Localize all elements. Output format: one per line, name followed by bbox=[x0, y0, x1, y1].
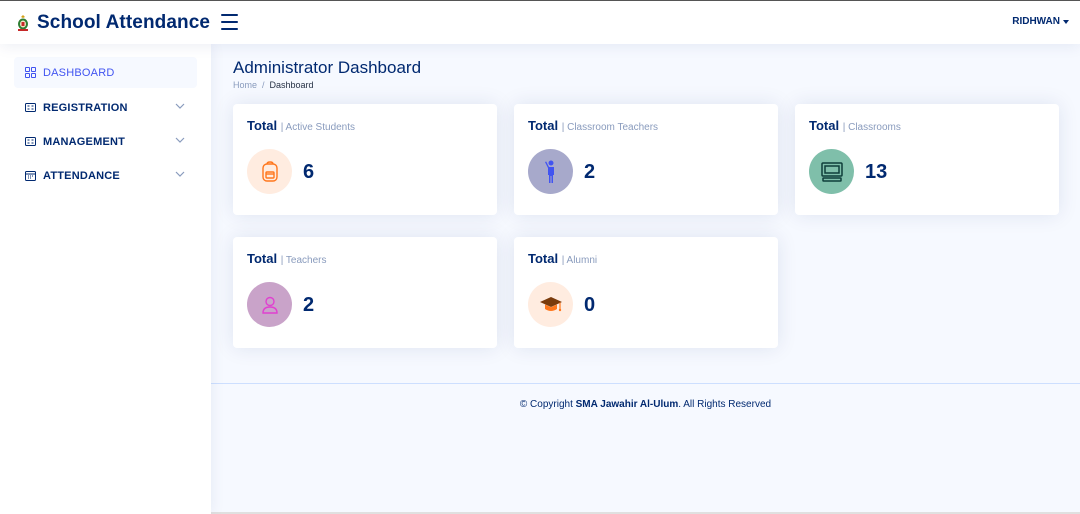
sidebar-item-management[interactable]: MANAGEMENT bbox=[14, 126, 197, 157]
footer-divider bbox=[211, 383, 1080, 384]
card-subtitle: | Classroom Teachers bbox=[561, 122, 659, 133]
card-subtitle: | Active Students bbox=[280, 122, 356, 133]
teacher-presenting-icon bbox=[528, 149, 573, 194]
footer: © Copyright SMA Jawahir Al-Ulum. All Rig… bbox=[211, 399, 1080, 410]
card-value: 13 bbox=[865, 161, 888, 183]
footer-prefix: © Copyright bbox=[519, 399, 573, 410]
calendar-icon bbox=[25, 170, 36, 181]
grid-icon bbox=[25, 67, 36, 78]
card-title: Total | Alumni bbox=[528, 251, 597, 266]
top-header: School Attendance RIDHWAN bbox=[0, 0, 1080, 44]
sidebar-item-registration[interactable]: REGISTRATION bbox=[14, 92, 197, 123]
user-menu[interactable]: RIDHWAN bbox=[1012, 16, 1069, 27]
breadcrumb: Home / Dashboard bbox=[233, 80, 314, 90]
breadcrumb-current: Dashboard bbox=[269, 80, 314, 90]
chevron-down-icon bbox=[175, 103, 185, 109]
hamburger-line bbox=[221, 21, 238, 23]
app-title: School Attendance bbox=[37, 11, 211, 33]
card-subtitle: | Classrooms bbox=[842, 122, 901, 133]
sidebar-item-attendance[interactable]: ATTENDANCE bbox=[14, 160, 197, 191]
user-name: RIDHWAN bbox=[1012, 16, 1060, 27]
card-title-main: Total bbox=[247, 118, 278, 133]
card-value: 2 bbox=[584, 161, 596, 183]
sidebar-item-label: ATTENDANCE bbox=[43, 169, 120, 182]
page-title: Administrator Dashboard bbox=[233, 58, 422, 77]
hamburger-line bbox=[221, 14, 238, 16]
sidebar-item-dashboard[interactable]: DASHBOARD bbox=[14, 57, 197, 88]
card-title-main: Total bbox=[809, 118, 840, 133]
sidebar-item-label: MANAGEMENT bbox=[43, 135, 126, 148]
card-title: Total | Classroom Teachers bbox=[528, 118, 658, 133]
card-classroom-teachers: Total | Classroom Teachers 2 bbox=[514, 104, 778, 215]
card-alumni: Total | Alumni 0 bbox=[514, 237, 778, 348]
school-crest-icon bbox=[18, 14, 28, 31]
card-title: Total | Active Students bbox=[247, 118, 355, 133]
hamburger-line bbox=[221, 28, 238, 30]
breadcrumb-separator: / bbox=[262, 80, 265, 90]
graduation-cap-icon bbox=[528, 282, 573, 327]
card-title: Total | Teachers bbox=[247, 251, 327, 266]
card-subtitle: | Alumni bbox=[561, 255, 598, 266]
hamburger-icon[interactable] bbox=[221, 14, 238, 30]
backpack-icon bbox=[247, 149, 292, 194]
sidebar: DASHBOARD REGISTRATION MANAGEMENT ATTEND… bbox=[0, 44, 211, 514]
footer-org: SMA Jawahir Al-Ulum bbox=[575, 399, 679, 410]
chevron-down-icon bbox=[175, 171, 185, 177]
card-subtitle: | Teachers bbox=[280, 255, 327, 266]
card-title-main: Total bbox=[528, 251, 559, 266]
card-teachers: Total | Teachers 2 bbox=[233, 237, 497, 348]
monitor-icon bbox=[809, 149, 854, 194]
card-value: 2 bbox=[303, 294, 315, 316]
card-icon bbox=[25, 136, 36, 147]
card-active-students: Total | Active Students 6 bbox=[233, 104, 497, 215]
card-title-main: Total bbox=[247, 251, 278, 266]
card-value: 6 bbox=[303, 161, 315, 183]
card-value: 0 bbox=[584, 294, 596, 316]
card-title-main: Total bbox=[528, 118, 559, 133]
card-icon bbox=[25, 102, 36, 113]
caret-down-icon bbox=[1063, 19, 1069, 24]
chevron-down-icon bbox=[175, 137, 185, 143]
card-title: Total | Classrooms bbox=[809, 118, 901, 133]
sidebar-item-label: REGISTRATION bbox=[43, 101, 128, 114]
sidebar-item-label: DASHBOARD bbox=[43, 66, 115, 79]
footer-suffix: . All Rights Reserved bbox=[678, 399, 772, 410]
breadcrumb-home[interactable]: Home bbox=[233, 80, 257, 90]
card-classrooms: Total | Classrooms 13 bbox=[795, 104, 1059, 215]
app-logo[interactable]: School Attendance bbox=[16, 12, 210, 34]
person-icon bbox=[247, 282, 292, 327]
